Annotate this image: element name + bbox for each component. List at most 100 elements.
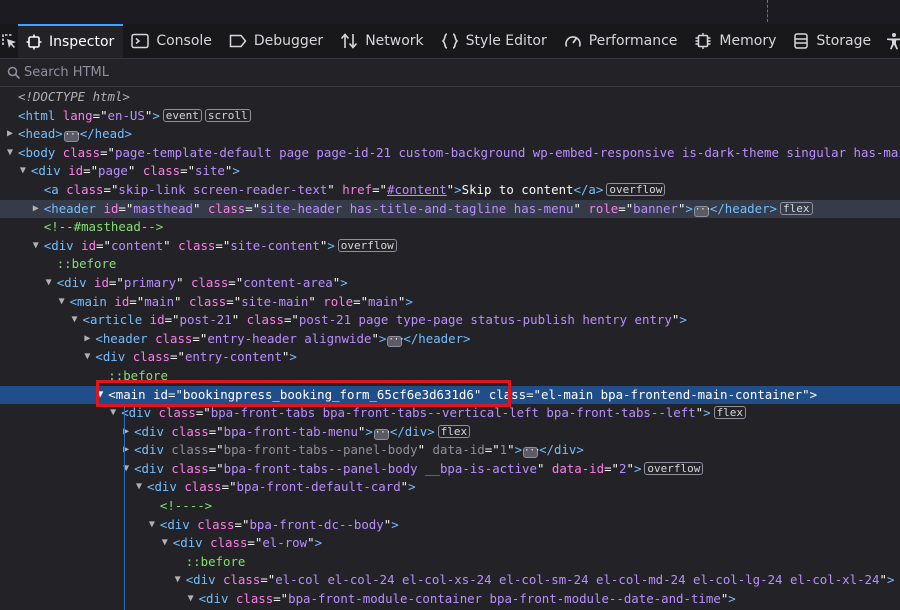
- markup-token: =": [245, 200, 261, 216]
- markup-node-row[interactable]: ▼ <div class="bpa-front-module-container …: [0, 590, 900, 609]
- markup-node-row[interactable]: ::before: [0, 255, 900, 274]
- markup-token: bpa-front-tabs--panel-body: [223, 442, 418, 458]
- markup-node-row[interactable]: ▼ <div id="primary" class="content-area">: [0, 274, 900, 293]
- markup-node-row[interactable]: ▼ <div class="el-row">: [0, 534, 900, 553]
- selected-node-row[interactable]: ▼ <main id="bookingpress_booking_form_65c…: [0, 385, 900, 405]
- scroll-badge[interactable]: scroll: [204, 108, 251, 122]
- tab-storage[interactable]: Storage: [785, 24, 880, 58]
- markup-token: ": [536, 460, 552, 476]
- tab-label: Console: [156, 33, 212, 49]
- markup-node-row[interactable]: ▼ <div class="bpa-front-tabs bpa-front-ta…: [0, 404, 900, 423]
- tab-label: Memory: [719, 33, 777, 49]
- markup-token: <head>: [18, 126, 63, 142]
- markup-node-row[interactable]: ▶ <header class="entry-header alignwide">…: [0, 330, 900, 349]
- markup-token: bookingpress_booking_form_65cf6e3d631d6: [182, 386, 474, 402]
- markup-node-row[interactable]: ▼ <main id="main" class="site-main" role=…: [0, 293, 900, 312]
- markup-token: bpa-front-tabs--panel-body __bpa-is-acti…: [223, 460, 537, 476]
- style-editor-icon: [441, 32, 466, 50]
- markup-node-row[interactable]: ▼ <div class="el-col el-col-24 el-col-xs-…: [0, 571, 900, 590]
- expand-twisty-open-icon[interactable]: ▼: [160, 534, 170, 553]
- markup-token: ": [193, 200, 208, 216]
- expand-twisty-open-icon[interactable]: ▼: [5, 144, 15, 163]
- overflow-badge[interactable]: overflow: [644, 461, 704, 475]
- expand-twisty-closed-icon[interactable]: ▶: [121, 423, 131, 442]
- overflow-badge[interactable]: overflow: [606, 182, 666, 196]
- markup-node-row[interactable]: ▼ <div class="bpa-front-default-card">: [0, 478, 900, 497]
- markup-token: ": [695, 405, 704, 421]
- accessibility-tab[interactable]: [880, 24, 900, 58]
- collapsed-children-button[interactable]: ···: [693, 205, 711, 217]
- markup-tree: <!DOCTYPE html> <html lang="en-US"> event s…: [0, 88, 900, 609]
- expand-twisty-open-icon[interactable]: ▼: [108, 404, 118, 423]
- flex-badge[interactable]: flex: [437, 424, 471, 438]
- flex-badge[interactable]: flex: [713, 406, 747, 420]
- markup-node-row[interactable]: ::before: [0, 367, 900, 386]
- node-markup: <div class="bpa-front-tabs--panel-body" …: [134, 441, 584, 460]
- markup-token: bpa-front-dc--body: [249, 516, 384, 532]
- tab-memory[interactable]: Memory: [686, 24, 785, 58]
- expand-twisty-closed-icon[interactable]: ▶: [121, 441, 131, 460]
- markup-token: </div>: [389, 423, 435, 439]
- flex-badge[interactable]: flex: [780, 201, 813, 215]
- element-picker-button[interactable]: [0, 24, 18, 58]
- markup-node-row[interactable]: ▶ <head> ···</head>: [0, 125, 900, 144]
- search-html-input[interactable]: [24, 65, 424, 80]
- markup-token: =": [208, 423, 224, 439]
- markup-token: post-21 page type-page status-publish he…: [298, 312, 672, 328]
- expand-twisty-open-icon[interactable]: ▼: [173, 571, 183, 590]
- markup-token: >: [703, 405, 711, 421]
- markup-token: =": [273, 591, 289, 607]
- markup-token: <!---->: [159, 498, 213, 514]
- expand-twisty-open-icon[interactable]: ▼: [95, 386, 105, 405]
- markup-token: el-row: [262, 535, 308, 551]
- markup-node-row[interactable]: ▶ <div class="bpa-front-tab-menu"> ···</di…: [0, 423, 900, 442]
- markup-node-row[interactable]: ▼ <article id="post-21" class="post-21 pa…: [0, 311, 900, 330]
- markup-node-row[interactable]: ▼ <div class="bpa-front-tabs--panel-body …: [0, 460, 900, 479]
- tab-debugger[interactable]: Debugger: [221, 24, 332, 58]
- markup-node-row[interactable]: <html lang="en-US"> event scroll: [0, 107, 900, 126]
- expand-twisty-closed-icon[interactable]: ▶: [5, 125, 15, 144]
- markup-node-row[interactable]: <!DOCTYPE html>: [0, 88, 900, 107]
- collapsed-children-button[interactable]: ···: [387, 335, 405, 347]
- tab-console[interactable]: Console: [123, 24, 221, 58]
- event-badge[interactable]: event: [162, 108, 202, 122]
- expand-twisty-open-icon[interactable]: ▼: [31, 237, 41, 256]
- tab-inspector[interactable]: Inspector: [18, 24, 124, 58]
- collapsed-children-button[interactable]: ···: [523, 447, 540, 459]
- tab-network[interactable]: Network: [332, 24, 432, 58]
- markup-token: <!--#masthead-->: [43, 219, 164, 235]
- tab-style-editor[interactable]: Style Editor: [433, 24, 556, 58]
- expand-twisty-closed-icon[interactable]: ▶: [82, 330, 92, 349]
- collapsed-children-button[interactable]: ···: [63, 131, 81, 143]
- markup-node-row[interactable]: ▼ <div class="bpa-front-dc--body">: [0, 516, 900, 535]
- expand-twisty-open-icon[interactable]: ▼: [44, 274, 54, 293]
- expand-twisty-open-icon[interactable]: ▼: [186, 590, 196, 609]
- markup-node-row[interactable]: ▼ <div class="entry-content">: [0, 348, 900, 367]
- expand-twisty-open-icon[interactable]: ▼: [70, 311, 80, 330]
- expand-twisty-open-icon[interactable]: ▼: [147, 516, 157, 535]
- markup-node-row[interactable]: <a class="skip-link screen-reader-text" …: [0, 181, 900, 200]
- markup-node-row[interactable]: ▶ <div class="bpa-front-tabs--panel-body"…: [0, 441, 900, 460]
- overflow-badge[interactable]: overflow: [337, 238, 397, 252]
- markup-node-row[interactable]: ::before: [0, 553, 900, 572]
- expand-twisty-open-icon[interactable]: ▼: [82, 348, 92, 367]
- expand-twisty-open-icon[interactable]: ▼: [121, 460, 131, 479]
- markup-token: >: [391, 516, 399, 532]
- node-markup: <!--#masthead-->: [44, 218, 163, 237]
- markup-node-row[interactable]: <!---->: [0, 497, 900, 516]
- expand-twisty-open-icon[interactable]: ▼: [134, 478, 144, 497]
- markup-token: id: [103, 200, 119, 216]
- expand-twisty-closed-icon[interactable]: ▶: [31, 200, 41, 219]
- markup-node-row[interactable]: <!--#masthead-->: [0, 218, 900, 237]
- expand-twisty-open-icon[interactable]: ▼: [57, 293, 67, 312]
- markup-node-row[interactable]: ▼ <body class="page-template-default page…: [0, 144, 900, 163]
- markup-token: =": [92, 107, 108, 123]
- markup-token: data-id: [432, 442, 485, 458]
- markup-node-row[interactable]: ▼ <div id="page" class="site">: [0, 162, 900, 181]
- collapsed-children-button[interactable]: ···: [373, 428, 391, 440]
- markup-node-row[interactable]: ▼ <div id="content" class="site-content">…: [0, 237, 900, 256]
- markup-node-row[interactable]: ▶ <header id="masthead" class="site-heade…: [0, 199, 900, 219]
- markup-token: <header: [95, 330, 156, 346]
- tab-performance[interactable]: Performance: [556, 24, 687, 58]
- expand-twisty-open-icon[interactable]: ▼: [18, 162, 28, 181]
